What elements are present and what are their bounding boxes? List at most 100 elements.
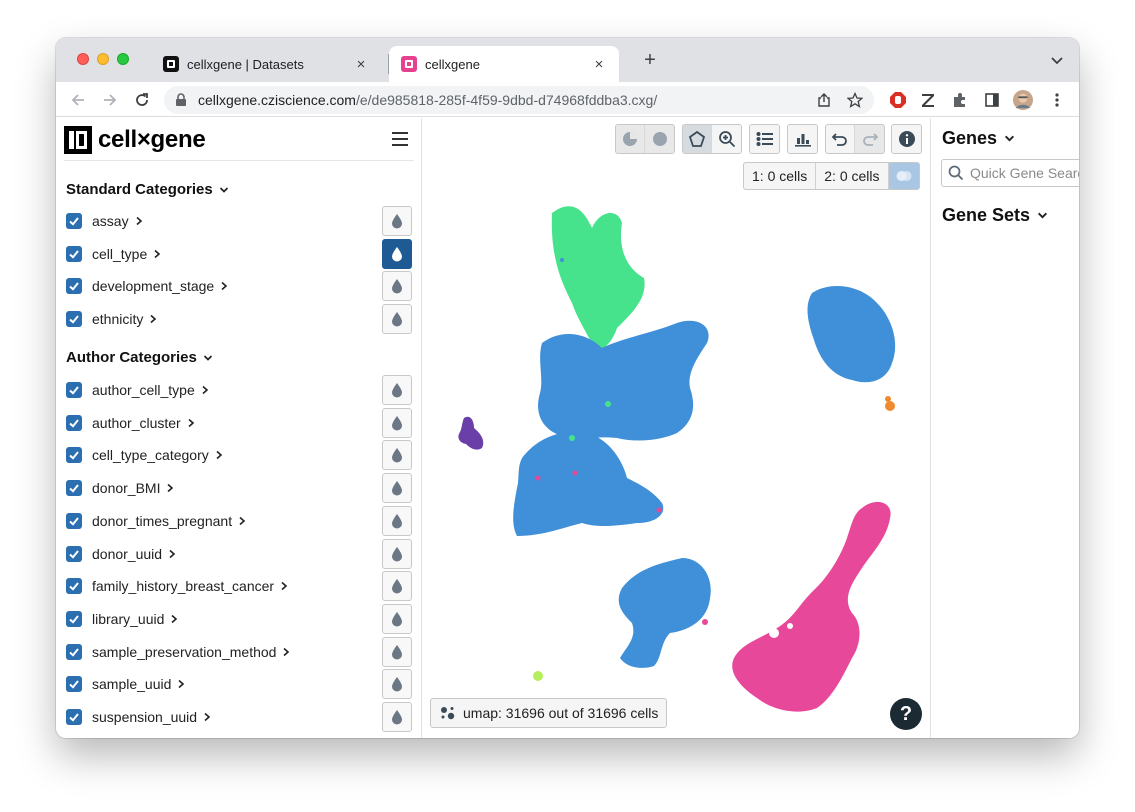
chevron-right-icon[interactable] bbox=[135, 216, 143, 226]
tab-datasets[interactable]: cellxgene | Datasets × bbox=[151, 46, 381, 82]
pie-chart-icon[interactable] bbox=[616, 125, 645, 153]
gene-sets-header[interactable]: Gene Sets bbox=[942, 205, 1048, 226]
genes-header[interactable]: Genes bbox=[942, 128, 1015, 149]
color-by-button[interactable] bbox=[382, 636, 412, 667]
category-label[interactable]: ethnicity bbox=[92, 311, 143, 327]
lock-icon[interactable] bbox=[174, 93, 188, 107]
category-row[interactable]: development_stage bbox=[66, 271, 412, 302]
tab-close-icon[interactable]: × bbox=[591, 56, 607, 73]
category-checkbox[interactable] bbox=[66, 610, 82, 627]
tab-search-chevron-icon[interactable] bbox=[1049, 52, 1065, 68]
category-label[interactable]: author_cluster bbox=[92, 415, 181, 431]
color-by-button[interactable] bbox=[382, 538, 412, 569]
color-by-button[interactable] bbox=[382, 271, 412, 302]
profile-avatar[interactable] bbox=[1013, 90, 1033, 110]
bar-chart-icon[interactable] bbox=[788, 125, 817, 153]
lasso-select-icon[interactable] bbox=[683, 125, 712, 153]
chevron-right-icon[interactable] bbox=[238, 516, 246, 526]
category-label[interactable]: assay bbox=[92, 213, 129, 229]
color-by-button[interactable] bbox=[382, 238, 412, 269]
category-label[interactable]: library_uuid bbox=[92, 611, 164, 627]
color-by-button[interactable] bbox=[382, 304, 412, 335]
category-row[interactable]: sample_preservation_method bbox=[66, 636, 412, 667]
circle-icon[interactable] bbox=[645, 125, 674, 153]
category-checkbox[interactable] bbox=[66, 311, 82, 328]
venn-diagram-icon[interactable] bbox=[888, 163, 919, 189]
chevron-right-icon[interactable] bbox=[170, 614, 178, 624]
umap-scatterplot[interactable] bbox=[422, 118, 930, 738]
category-row[interactable]: family_history_breast_cancer bbox=[66, 571, 412, 602]
category-label[interactable]: donor_uuid bbox=[92, 546, 162, 562]
category-row[interactable]: assay bbox=[66, 206, 412, 236]
chevron-right-icon[interactable] bbox=[215, 450, 223, 460]
close-window-button[interactable] bbox=[77, 53, 89, 65]
zoom-in-icon[interactable] bbox=[712, 125, 741, 153]
chevron-right-icon[interactable] bbox=[280, 581, 288, 591]
color-by-button[interactable] bbox=[382, 440, 412, 471]
category-row[interactable]: author_cell_type bbox=[66, 375, 412, 405]
category-row[interactable]: donor_uuid bbox=[66, 538, 412, 569]
color-by-button[interactable] bbox=[382, 603, 412, 634]
category-checkbox[interactable] bbox=[66, 245, 82, 262]
category-checkbox[interactable] bbox=[66, 382, 82, 398]
adblock-extension-icon[interactable] bbox=[888, 90, 908, 110]
category-checkbox[interactable] bbox=[66, 278, 82, 295]
category-checkbox[interactable] bbox=[66, 578, 82, 595]
color-by-button[interactable] bbox=[382, 702, 412, 732]
color-by-button[interactable] bbox=[382, 473, 412, 504]
chevron-right-icon[interactable] bbox=[282, 647, 290, 657]
chevron-right-icon[interactable] bbox=[166, 483, 174, 493]
author-categories-header[interactable]: Author Categories bbox=[66, 349, 213, 366]
category-row[interactable]: library_uuid bbox=[66, 603, 412, 634]
tab-close-icon[interactable]: × bbox=[353, 56, 369, 73]
chevron-right-icon[interactable] bbox=[203, 712, 211, 722]
category-row[interactable]: cell_type bbox=[66, 238, 412, 269]
cell-set-2-button[interactable]: 2: 0 cells bbox=[816, 163, 889, 189]
category-label[interactable]: suspension_uuid bbox=[92, 709, 197, 725]
category-label[interactable]: sample_preservation_method bbox=[92, 644, 276, 660]
color-by-button[interactable] bbox=[382, 375, 412, 405]
color-by-button[interactable] bbox=[382, 669, 412, 700]
embedding-selector-button[interactable]: umap: 31696 out of 31696 cells bbox=[430, 698, 668, 728]
chevron-right-icon[interactable] bbox=[149, 314, 157, 324]
gene-search-input[interactable] bbox=[970, 165, 1079, 181]
category-row[interactable]: donor_times_pregnant bbox=[66, 505, 412, 536]
category-checkbox[interactable] bbox=[66, 414, 82, 431]
chevron-right-icon[interactable] bbox=[168, 549, 176, 559]
category-label[interactable]: author_cell_type bbox=[92, 382, 195, 398]
category-row[interactable]: suspension_uuid bbox=[66, 702, 412, 732]
forward-icon[interactable] bbox=[99, 89, 121, 111]
category-label[interactable]: family_history_breast_cancer bbox=[92, 578, 274, 594]
new-tab-button[interactable]: + bbox=[640, 50, 660, 70]
category-checkbox[interactable] bbox=[66, 676, 82, 693]
bookmark-star-icon[interactable] bbox=[847, 92, 863, 108]
extensions-puzzle-icon[interactable] bbox=[950, 90, 970, 110]
color-by-button[interactable] bbox=[382, 206, 412, 236]
share-icon[interactable] bbox=[816, 92, 832, 108]
side-panel-icon[interactable] bbox=[982, 90, 1002, 110]
hamburger-menu-icon[interactable] bbox=[392, 132, 410, 146]
cell-set-1-button[interactable]: 1: 0 cells bbox=[744, 163, 817, 189]
category-row[interactable]: sample_uuid bbox=[66, 669, 412, 700]
category-checkbox[interactable] bbox=[66, 213, 82, 229]
category-row[interactable]: ethnicity bbox=[66, 304, 412, 335]
color-by-button[interactable] bbox=[382, 407, 412, 438]
category-label[interactable]: development_stage bbox=[92, 278, 214, 294]
url-bar[interactable]: cellxgene.cziscience.com/e/de985818-285f… bbox=[164, 86, 874, 114]
chevron-right-icon[interactable] bbox=[153, 249, 161, 259]
category-checkbox[interactable] bbox=[66, 480, 82, 497]
list-icon[interactable] bbox=[750, 125, 779, 153]
standard-categories-header[interactable]: Standard Categories bbox=[66, 181, 229, 198]
zotero-extension-icon[interactable] bbox=[918, 90, 938, 110]
category-label[interactable]: cell_type_category bbox=[92, 447, 209, 463]
undo-icon[interactable] bbox=[826, 125, 855, 153]
reload-icon[interactable] bbox=[131, 89, 153, 111]
chevron-right-icon[interactable] bbox=[187, 418, 195, 428]
category-row[interactable]: cell_type_category bbox=[66, 440, 412, 471]
category-checkbox[interactable] bbox=[66, 643, 82, 660]
browser-menu-icon[interactable] bbox=[1047, 90, 1067, 110]
back-icon[interactable] bbox=[67, 89, 89, 111]
category-checkbox[interactable] bbox=[66, 512, 82, 529]
info-icon[interactable] bbox=[892, 125, 921, 153]
redo-icon[interactable] bbox=[855, 125, 884, 153]
